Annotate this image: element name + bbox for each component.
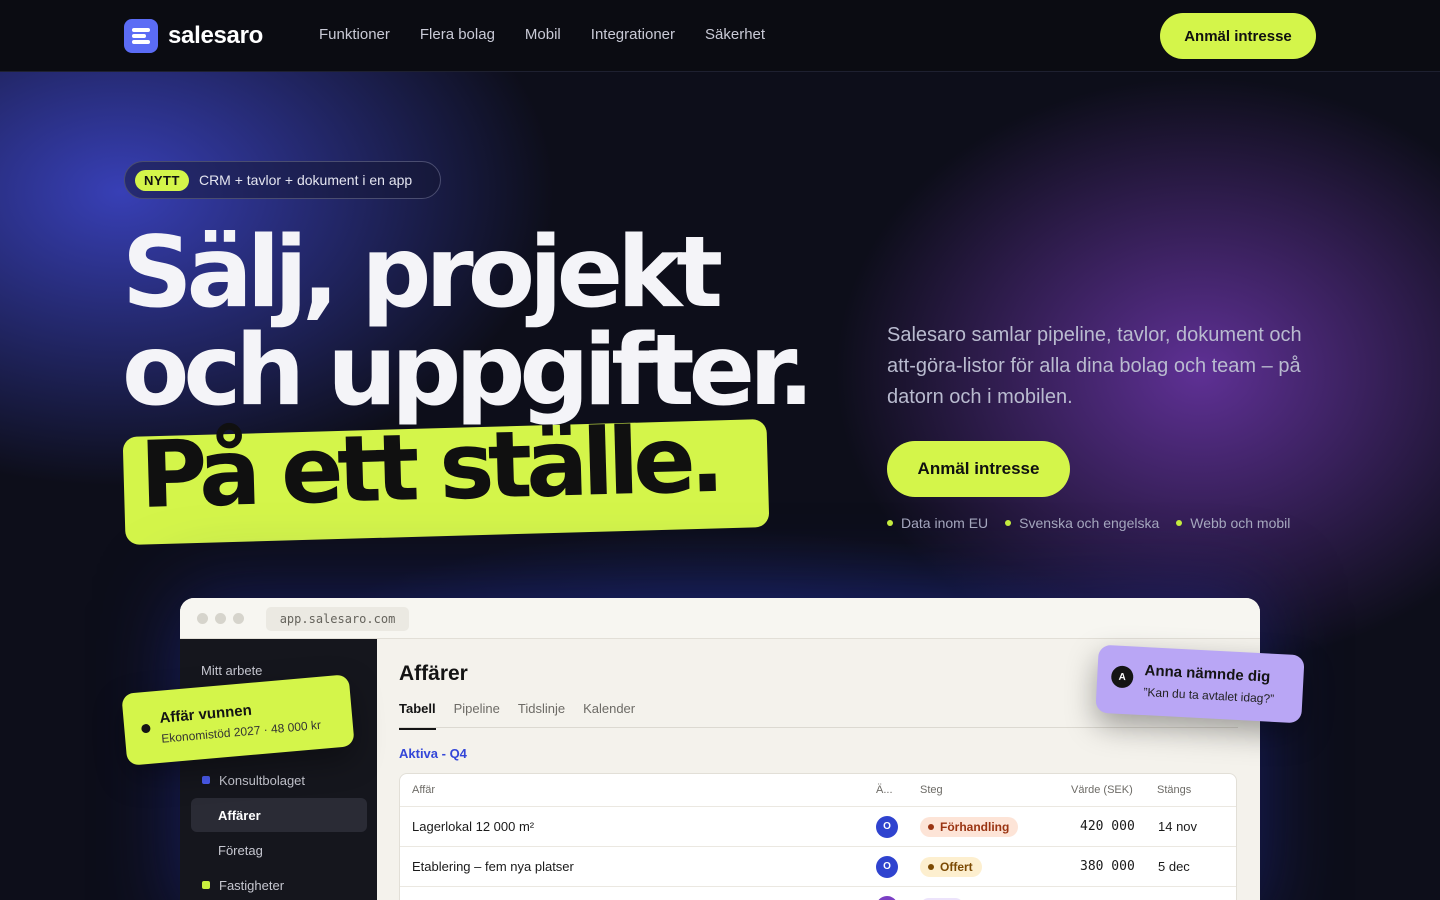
owner-avatar[interactable]: O (876, 815, 898, 838)
card-subtitle: ”Kan du ta avtalet idag?” (1143, 685, 1275, 706)
deal-name: Lagerlokal 12 000 m² (412, 819, 535, 834)
tabs-divider (399, 727, 1238, 728)
status-dot-icon (928, 823, 934, 830)
announcement-text: CRM + tavlor + dokument i en app (198, 172, 413, 188)
tab-tabell[interactable]: Tabell (399, 701, 436, 730)
tab-kalender[interactable]: Kalender (583, 701, 635, 730)
new-badge: NYTT (135, 169, 189, 191)
table-row[interactable]: Lagerlokal 12 000 m² O Förhandling 420 0… (400, 806, 1236, 846)
stage-badge[interactable]: Förhandling (920, 816, 1019, 837)
headline-line-1: Sälj, projekt (122, 216, 723, 330)
app-sidebar: Mitt arbete Konsultbolaget Affärer Föret… (180, 639, 377, 900)
address-bar[interactable]: app.salesaro.com (266, 607, 409, 631)
deals-table: Affär Ä... Steg Värde (SEK) Stängs Lager… (399, 773, 1237, 900)
nav-flera-bolag[interactable]: Flera bolag (420, 26, 495, 43)
table-header: Affär Ä... Steg Värde (SEK) Stängs (400, 774, 1236, 806)
owner-avatar[interactable]: O (876, 855, 898, 878)
bullet-dot-icon (1176, 520, 1183, 526)
status-dot-icon (928, 863, 934, 870)
hero-lead: Salesaro samlar pipeline, tavlor, dokume… (887, 324, 1302, 408)
group-title[interactable]: Aktiva - Q4 (399, 746, 467, 761)
hero-cta-button[interactable]: Anmäl intresse (887, 441, 1070, 497)
sidebar-item-konsultbolaget[interactable]: Konsultbolaget (191, 763, 367, 797)
view-tabs: Tabell Pipeline Tidslinje Kalender (399, 701, 635, 730)
app-preview-window: app.salesaro.com Mitt arbete Konsultbola… (180, 598, 1260, 900)
feature-list: Data inom EU Svenska och engelska Webb o… (887, 515, 1290, 531)
deal-name: Etablering – fem nya platser (412, 859, 574, 874)
sidebar-item-fastigheter[interactable]: Fastigheter (191, 868, 367, 900)
deal-close-date: 5 dec (1158, 859, 1190, 874)
tab-tidslinje[interactable]: Tidslinje (518, 701, 565, 730)
nav-sakerhet[interactable]: Säkerhet (705, 26, 765, 43)
headline-highlight: På ett ställe. (138, 405, 720, 529)
table-row[interactable]: Etablering – fem nya platser O Offert 38… (400, 846, 1236, 886)
bullet-dot-icon (887, 520, 893, 526)
main-nav: Funktioner Flera bolag Mobil Integration… (319, 26, 765, 43)
tab-pipeline[interactable]: Pipeline (454, 701, 500, 730)
window-dot-icon (233, 613, 244, 624)
page-title: Affärer (399, 662, 468, 685)
sidebar-section-title: Mitt arbete (201, 663, 263, 678)
bullet-dot-icon (1005, 520, 1012, 526)
nav-integrationer[interactable]: Integrationer (591, 26, 675, 43)
nav-mobil[interactable]: Mobil (525, 26, 561, 43)
window-dot-icon (215, 613, 226, 624)
column-header-stage[interactable]: Steg (920, 774, 943, 806)
logo-icon (124, 19, 158, 53)
workspace-color-icon (202, 776, 210, 784)
sidebar-item-affarer[interactable]: Affärer (191, 798, 367, 832)
column-header-close[interactable]: Stängs (1157, 774, 1191, 806)
column-header-owner[interactable]: Ä... (876, 774, 893, 806)
window-titlebar: app.salesaro.com (180, 598, 1260, 639)
avatar: A (1110, 665, 1134, 689)
feature-item: Svenska och engelska (1005, 515, 1159, 531)
brand-logo[interactable]: salesaro (124, 19, 263, 53)
window-dot-icon (197, 613, 208, 624)
table-row[interactable] (400, 886, 1236, 900)
mention-card[interactable]: A Anna nämnde dig ”Kan du ta avtalet ida… (1095, 644, 1305, 724)
sidebar-item-foretag[interactable]: Företag (191, 833, 367, 867)
deal-close-date: 14 nov (1158, 819, 1198, 834)
column-header-deal[interactable]: Affär (412, 774, 435, 806)
announcement-pill[interactable]: NYTT CRM + tavlor + dokument i en app (124, 161, 441, 199)
stage-badge[interactable]: Offert (920, 856, 982, 877)
feature-item: Webb och mobil (1176, 515, 1290, 531)
top-navigation: salesaro Funktioner Flera bolag Mobil In… (0, 0, 1440, 72)
column-header-value[interactable]: Värde (SEK) (1071, 774, 1133, 806)
feature-item: Data inom EU (887, 515, 988, 531)
card-title: Affär vunnen (158, 701, 253, 727)
workspace-color-icon (202, 881, 210, 889)
owner-avatar[interactable] (876, 895, 898, 900)
deal-value: 420 000 (1080, 819, 1135, 834)
brand-name: salesaro (168, 22, 264, 49)
card-title: Anna nämnde dig (1144, 662, 1271, 686)
status-dot-icon (141, 723, 151, 734)
deal-value: 380 000 (1080, 859, 1135, 874)
header-cta-button[interactable]: Anmäl intresse (1160, 13, 1316, 59)
nav-funktioner[interactable]: Funktioner (319, 26, 390, 43)
